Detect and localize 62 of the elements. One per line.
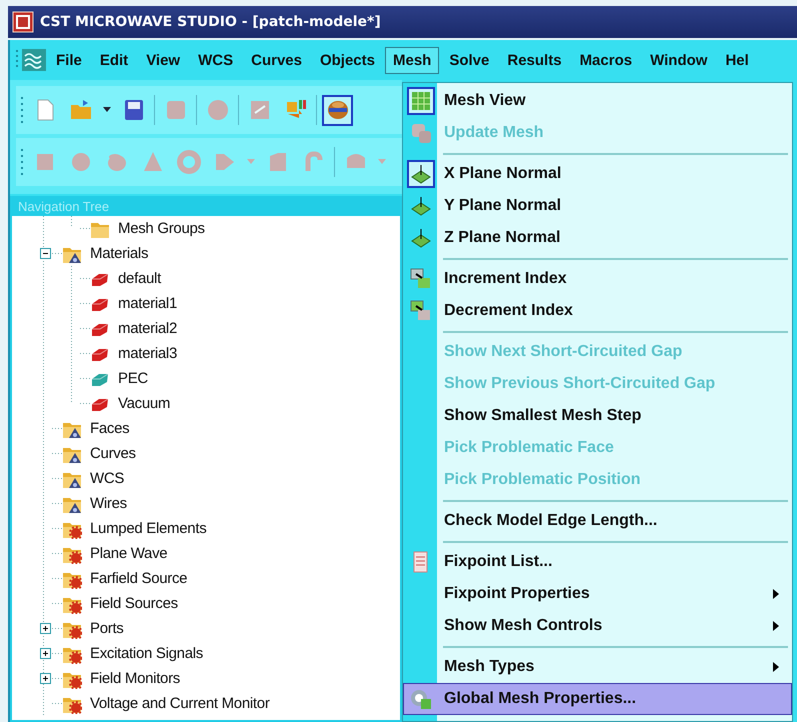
menu-item[interactable]: File [48,46,90,74]
menu-item[interactable]: View [138,46,188,74]
tree-item[interactable]: Field Sources [90,595,178,612]
tree-item[interactable]: Mesh Groups [118,220,205,237]
caret-icon [247,159,255,165]
grip-icon [20,149,24,175]
tree-item[interactable]: Plane Wave [90,545,168,562]
menu-item[interactable]: Decrement Index [403,295,792,327]
tree-item[interactable]: Field Monitors [90,670,180,687]
menu-item[interactable]: Results [499,46,570,74]
menu-item[interactable]: Fixpoint List... [403,546,792,578]
menu-item[interactable]: Fixpoint Properties [403,578,792,610]
expand-icon[interactable] [40,623,50,634]
menu-item[interactable]: Hel [717,46,757,74]
tree-item[interactable]: Excitation Signals [90,645,203,662]
tree-item[interactable]: Materials [90,245,148,262]
caret-icon [103,107,111,113]
menu-item[interactable]: Mesh Types [403,651,792,683]
menu-item[interactable]: Mesh View [403,85,792,117]
collapse-icon[interactable] [40,248,50,259]
menu-item[interactable]: Increment Index [403,263,792,295]
tree-item[interactable]: material3 [118,345,177,362]
tree-item[interactable]: Lumped Elements [90,520,206,537]
menu-item[interactable]: Curves [243,46,310,74]
menu-item[interactable]: Mesh [385,46,440,74]
menu-item[interactable]: Window [642,46,716,74]
window-title: CST MICROWAVE STUDIO - [patch-modele*] [40,14,381,30]
menu-item[interactable]: Check Model Edge Length... [403,505,792,537]
panel-title: Navigation Tree [18,198,110,214]
menu-item[interactable]: X Plane Normal [403,158,792,190]
torus-icon [176,150,200,174]
menu-item[interactable]: Show Mesh Controls [403,610,792,642]
menu-item[interactable]: Y Plane Normal [403,190,792,222]
tree-item[interactable]: Faces [90,420,130,437]
tree-item[interactable]: Farfield Source [90,570,188,587]
tree-item[interactable]: material2 [118,320,177,337]
tree-item[interactable]: Wires [90,495,127,512]
circle-icon [206,98,230,122]
tree-item[interactable]: Ports [90,620,124,637]
tree-item[interactable]: PEC [118,370,148,387]
menu-item[interactable]: WCS [190,46,242,74]
grip-icon [20,97,24,123]
toolbar-button[interactable] [322,94,353,126]
menu-item[interactable]: Objects [312,46,383,74]
tree-item[interactable]: default [118,270,161,287]
tree-item[interactable]: Curves [90,445,136,462]
menu-item[interactable]: Macros [572,46,640,74]
sphere-icon [326,98,350,122]
tree-item[interactable]: material1 [118,295,177,312]
tree-item[interactable]: Vacuum [118,395,170,412]
app-menu-icon[interactable] [22,49,46,71]
expand-icon[interactable] [40,673,50,684]
menu-item[interactable]: Global Mesh Properties... [403,683,792,715]
expand-icon[interactable] [40,648,50,659]
app-icon [12,11,34,33]
menu-item[interactable]: Edit [92,46,136,74]
menu-item[interactable]: Solve [441,46,498,74]
caret-icon [378,159,386,165]
tree-item[interactable]: WCS [90,470,124,487]
menu-item[interactable]: Z Plane Normal [403,222,792,254]
tree-item[interactable]: Voltage and Current Monitor [90,695,270,712]
menu-item[interactable]: Show Smallest Mesh Step [403,400,792,432]
